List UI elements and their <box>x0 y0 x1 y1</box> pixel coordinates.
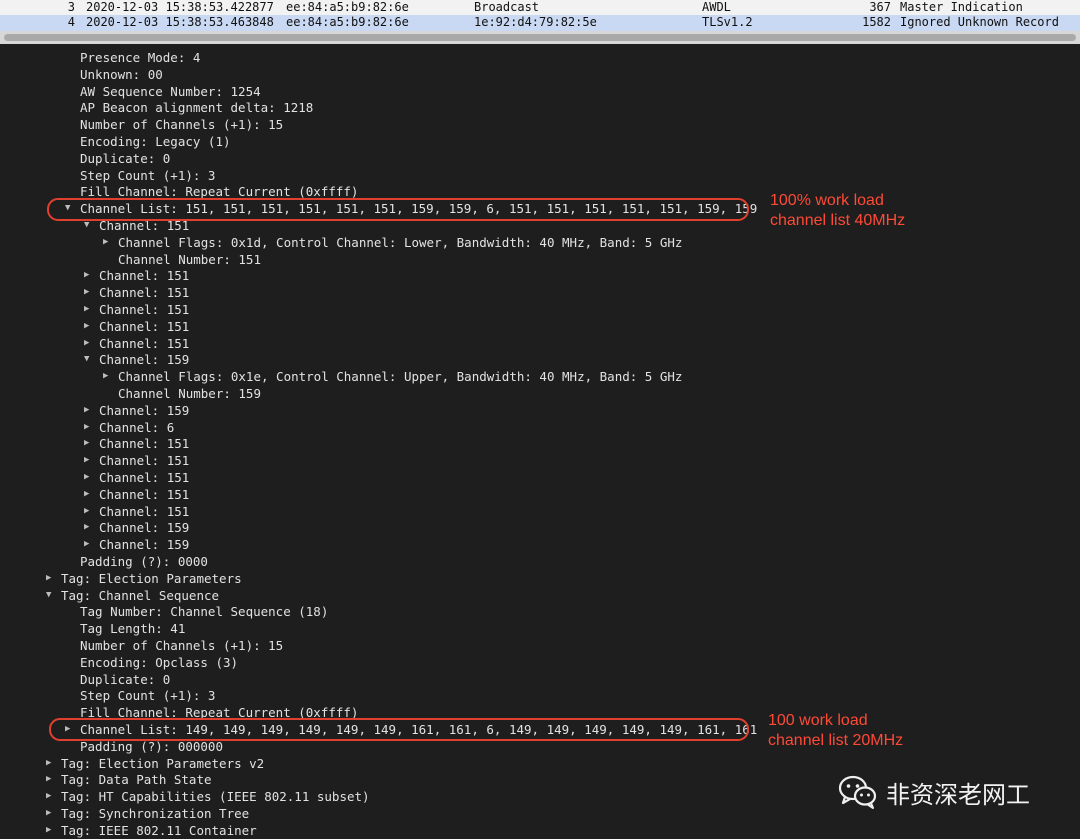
watermark: 非资深老网工 <box>838 770 1030 814</box>
tree-label: Tag Length: 41 <box>80 621 186 637</box>
triangle-right-icon[interactable]: ▶ <box>84 284 89 301</box>
triangle-right-icon[interactable]: ▶ <box>84 419 89 436</box>
tree-label: Channel: 151 <box>99 318 190 334</box>
tree-label: Duplicate: 0 <box>80 150 171 166</box>
triangle-right-icon[interactable]: ▶ <box>46 771 51 788</box>
triangle-right-icon[interactable]: ▶ <box>46 570 51 587</box>
packet-destination: Broadcast <box>474 0 540 14</box>
tree-label: Padding (?): 0000 <box>80 554 208 569</box>
tree-label: Presence Mode: 4 <box>80 50 201 65</box>
tree-label: Tag: Channel Sequence <box>61 587 220 603</box>
scrollbar-thumb[interactable] <box>4 34 1076 41</box>
tree-label: Channel Flags: 0x1d, Control Channel: Lo… <box>118 234 683 250</box>
triangle-right-icon[interactable]: ▶ <box>84 402 89 419</box>
tree-label: Unknown: 00 <box>80 66 163 82</box>
tree-label: Duplicate: 0 <box>80 671 171 687</box>
annotation-line: channel list 40MHz <box>770 212 906 229</box>
packet-source: ee:84:a5:b9:82:6e <box>286 0 409 14</box>
tree-label: Channel: 159 <box>99 352 190 368</box>
packet-no: 4 <box>67 15 75 29</box>
tree-label: Channel: 151 <box>99 268 190 284</box>
triangle-right-icon[interactable]: ▶ <box>84 469 89 486</box>
tree-label: Channel: 151 <box>99 503 190 519</box>
triangle-right-icon[interactable]: ▶ <box>84 486 89 503</box>
tree-label: Channel: 151 <box>99 453 190 469</box>
tree-label: Tag: IEEE 802.11 Container <box>61 822 257 838</box>
watermark-text: 非资深老网工 <box>886 780 1030 809</box>
tree-label: Channel: 151 <box>99 335 190 351</box>
packet-row-selected[interactable]: 4 2020-12-03 15:38:53.463848 ee:84:a5:b9… <box>0 15 1080 31</box>
packet-length: 1582 <box>862 15 891 29</box>
highlight-oval-40mhz <box>47 198 749 221</box>
triangle-right-icon[interactable]: ▶ <box>84 335 89 352</box>
tree-label: AP Beacon alignment delta: 1218 <box>80 100 314 116</box>
tree-label: Tag: Election Parameters v2 <box>61 755 265 771</box>
tree-label: Step Count (+1): 3 <box>80 167 216 183</box>
triangle-right-icon[interactable]: ▶ <box>103 234 108 251</box>
horizontal-scrollbar[interactable] <box>0 31 1080 44</box>
triangle-down-icon[interactable]: ▼ <box>46 587 51 604</box>
tree-label: Channel Number: 151 <box>118 251 261 267</box>
triangle-right-icon[interactable]: ▶ <box>84 536 89 553</box>
tree-label: Number of Channels (+1): 15 <box>80 117 284 133</box>
triangle-right-icon[interactable]: ▶ <box>46 788 51 805</box>
packet-no: 3 <box>67 0 75 14</box>
tree-label: Channel: 151 <box>99 436 190 452</box>
tree-label: Channel: 151 <box>99 285 190 301</box>
triangle-right-icon[interactable]: ▶ <box>46 805 51 822</box>
annotation-20mhz: 100 work load channel list 20MHz <box>768 711 903 751</box>
packet-time: 2020-12-03 15:38:53.422877 <box>86 0 274 14</box>
tree-label: Number of Channels (+1): 15 <box>80 638 284 653</box>
tree-label: Channel: 6 <box>99 419 175 435</box>
wechat-icon <box>838 774 878 810</box>
tree-label: Channel: 159 <box>99 537 190 553</box>
triangle-right-icon[interactable]: ▶ <box>84 267 89 284</box>
tree-label: Channel: 151 <box>99 486 190 502</box>
packet-time: 2020-12-03 15:38:53.463848 <box>86 15 274 29</box>
triangle-right-icon[interactable]: ▶ <box>84 503 89 520</box>
tree-label: Channel Flags: 0x1e, Control Channel: Up… <box>118 369 683 385</box>
triangle-right-icon[interactable]: ▶ <box>84 301 89 318</box>
triangle-right-icon[interactable]: ▶ <box>84 519 89 536</box>
packet-info: Master Indication <box>900 0 1023 14</box>
triangle-right-icon[interactable]: ▶ <box>84 452 89 469</box>
triangle-down-icon[interactable]: ▼ <box>84 351 89 368</box>
annotation-line: 100% work load <box>770 192 884 209</box>
tree-label: Tag: Synchronization Tree <box>61 806 250 821</box>
annotation-line: channel list 20MHz <box>768 732 904 749</box>
highlight-oval-20mhz <box>49 718 749 741</box>
tree-label: AW Sequence Number: 1254 <box>80 83 261 99</box>
tree-label: Encoding: Opclass (3) <box>80 654 239 670</box>
packet-info: Ignored Unknown Record <box>900 15 1059 29</box>
packet-row[interactable]: 3 2020-12-03 15:38:53.422877 ee:84:a5:b9… <box>0 0 1080 15</box>
tree-label: Channel: 159 <box>99 402 190 418</box>
packet-destination: 1e:92:d4:79:82:5e <box>474 15 597 29</box>
tree-label: Step Count (+1): 3 <box>80 688 216 704</box>
triangle-right-icon[interactable]: ▶ <box>84 318 89 335</box>
triangle-right-icon[interactable]: ▶ <box>46 822 51 839</box>
packet-protocol: AWDL <box>702 0 731 14</box>
triangle-right-icon[interactable]: ▶ <box>84 435 89 452</box>
tree-label: Tag: Data Path State <box>61 772 212 788</box>
packet-length: 367 <box>869 0 891 14</box>
packet-source: ee:84:a5:b9:82:6e <box>286 15 409 29</box>
annotation-line: 100 work load <box>768 712 868 729</box>
tree-label: Channel: 159 <box>99 520 190 536</box>
tree-label: Tag: HT Capabilities (IEEE 802.11 subset… <box>61 789 370 805</box>
annotation-40mhz: 100% work load channel list 40MHz <box>770 191 905 231</box>
packet-list: 3 2020-12-03 15:38:53.422877 ee:84:a5:b9… <box>0 0 1080 31</box>
tree-label: Tag Number: Channel Sequence (18) <box>80 604 329 620</box>
tree-label: Encoding: Legacy (1) <box>80 134 231 149</box>
triangle-right-icon[interactable]: ▶ <box>103 368 108 385</box>
triangle-right-icon[interactable]: ▶ <box>46 755 51 772</box>
tree-label: Channel: 151 <box>99 470 190 485</box>
tree-label: Tag: Election Parameters <box>61 570 242 586</box>
tree-label: Channel Number: 159 <box>118 386 261 401</box>
tree-label: Channel: 151 <box>99 302 190 317</box>
packet-protocol: TLSv1.2 <box>702 15 753 29</box>
